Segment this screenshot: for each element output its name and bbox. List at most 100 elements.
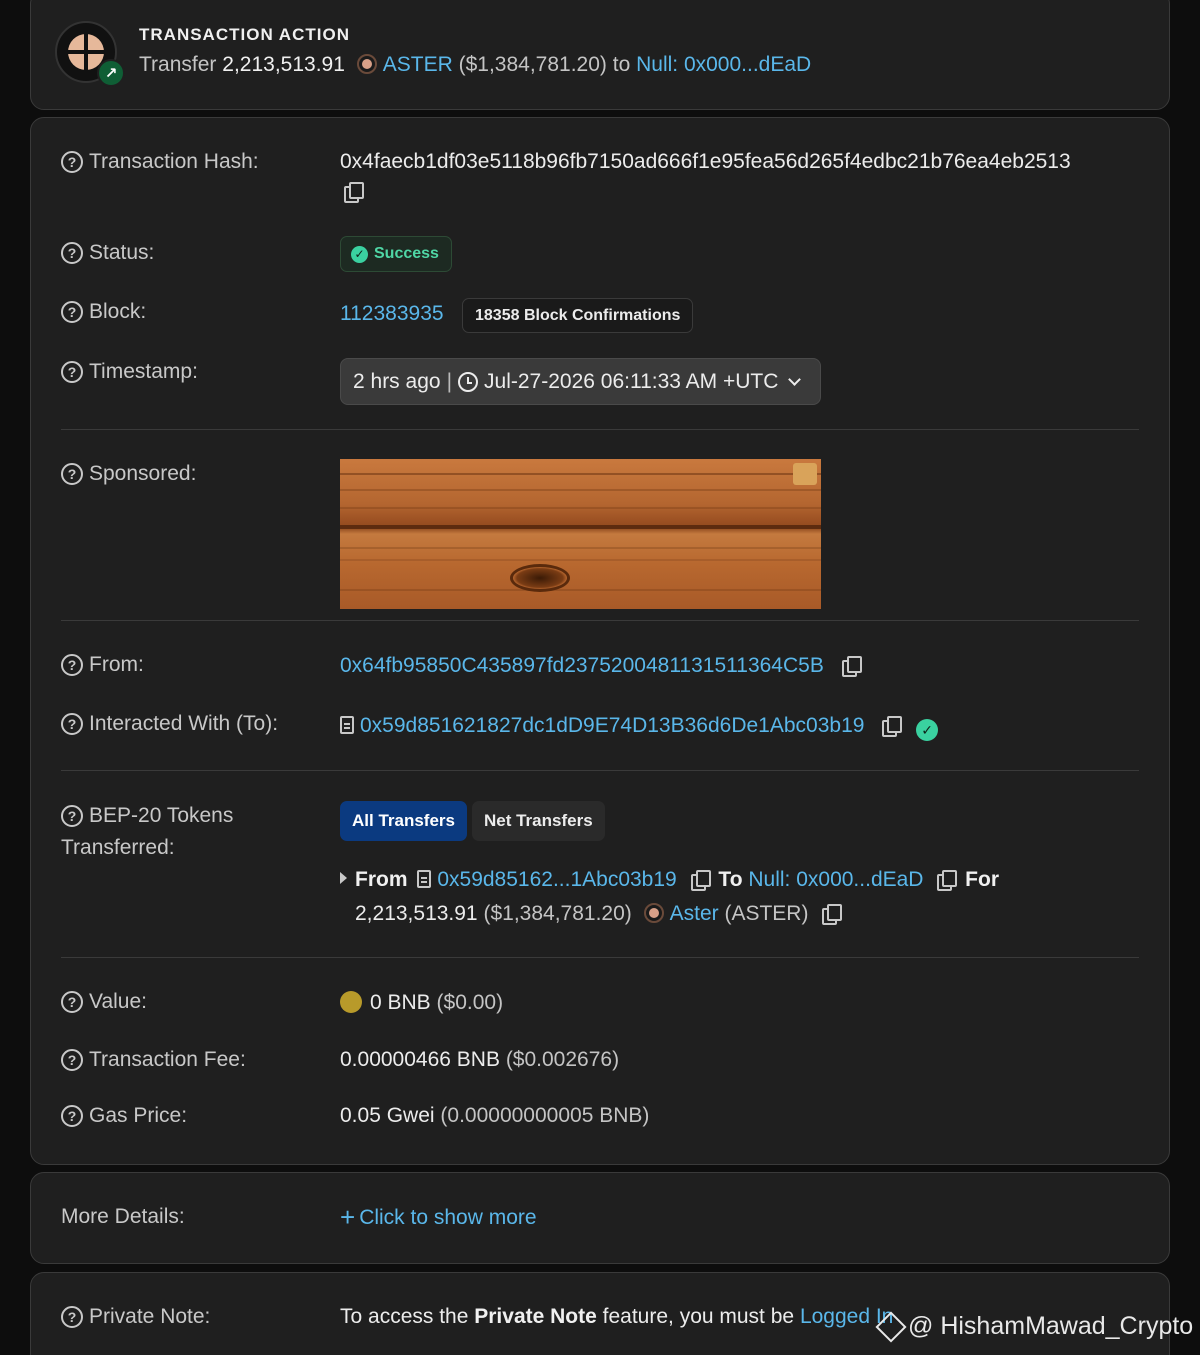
timestamp-separator: | bbox=[446, 369, 453, 393]
aster-token-icon bbox=[356, 54, 377, 74]
check-circle-icon: ✓ bbox=[351, 245, 368, 263]
to-value: 0x59d851621827dc1dD9E74D13B36d6De1Abc03b… bbox=[340, 712, 939, 741]
to-address-link[interactable]: 0x59d851621827dc1dD9E74D13B36d6De1Abc03b… bbox=[360, 714, 864, 737]
token-transfer-line2: 2,213,513.91 ($1,384,781.20) Aster (ASTE… bbox=[355, 900, 843, 928]
action-usd: ($1,384,781.20) bbox=[458, 53, 607, 76]
transfer-to-link[interactable]: Null: 0x000...dEaD bbox=[748, 868, 923, 891]
plus-icon: + bbox=[340, 1202, 356, 1232]
hash-copy-button[interactable] bbox=[340, 182, 364, 203]
divider bbox=[61, 429, 1139, 430]
help-icon[interactable]: ? bbox=[61, 1306, 83, 1328]
help-icon[interactable]: ? bbox=[61, 361, 83, 383]
block-value: 112383935 bbox=[340, 300, 444, 328]
from-value: 0x64fb95850C435897fd2375200481131511364C… bbox=[340, 652, 862, 680]
contract-document-icon bbox=[417, 870, 432, 888]
action-summary: Transfer 2,213,513.91 ASTER ($1,384,781.… bbox=[139, 53, 811, 77]
gas-amount: 0.05 Gwei bbox=[340, 1104, 435, 1127]
hash-label: ? Transaction Hash: bbox=[61, 148, 259, 176]
token-avatar: ↗ bbox=[55, 21, 125, 87]
copy-icon[interactable] bbox=[822, 904, 843, 925]
divider bbox=[61, 957, 1139, 958]
mascot-icon bbox=[793, 463, 817, 485]
wood-knot bbox=[510, 564, 570, 592]
timestamp-dropdown[interactable]: 2 hrs ago | Jul-27-2026 06:11:33 AM +UTC bbox=[340, 358, 821, 405]
fee-usd: ($0.002676) bbox=[505, 1048, 620, 1071]
value-label: ? Value: bbox=[61, 988, 147, 1016]
sponsored-banner[interactable] bbox=[340, 459, 821, 609]
transfer-from-word: From bbox=[355, 868, 408, 891]
divider bbox=[61, 770, 1139, 771]
copy-icon[interactable] bbox=[841, 656, 862, 677]
private-note-text: To access the Private Note feature, you … bbox=[340, 1305, 894, 1328]
value-value: 0 BNB ($0.00) bbox=[340, 989, 503, 1017]
help-icon[interactable]: ? bbox=[61, 1049, 83, 1071]
sponsored-label: ? Sponsored: bbox=[61, 460, 196, 488]
gas-bnb: (0.00000000005 BNB) bbox=[440, 1104, 650, 1127]
transfer-usd: ($1,384,781.20) bbox=[483, 902, 632, 925]
block-label: ? Block: bbox=[61, 298, 146, 326]
tab-all-transfers[interactable]: All Transfers bbox=[340, 801, 467, 841]
block-confirmations-badge: 18358 Block Confirmations bbox=[462, 298, 694, 333]
copy-icon[interactable] bbox=[882, 716, 903, 737]
gas-label: ? Gas Price: bbox=[61, 1102, 187, 1130]
value-amount: 0 BNB bbox=[370, 991, 431, 1014]
action-verb: Transfer bbox=[139, 53, 217, 76]
verified-check-icon: ✓ bbox=[916, 719, 939, 741]
timestamp-relative: 2 hrs ago bbox=[353, 369, 441, 393]
binance-logo-icon bbox=[875, 1310, 907, 1343]
show-more-link[interactable]: + Click to show more bbox=[340, 1203, 537, 1232]
aster-logo-cross-h-icon bbox=[65, 50, 107, 54]
transfer-from-link[interactable]: 0x59d85162...1Abc03b19 bbox=[437, 868, 676, 891]
help-icon[interactable]: ? bbox=[61, 805, 83, 827]
status-label: ? Status: bbox=[61, 239, 154, 267]
fee-value: 0.00000466 BNB ($0.002676) bbox=[340, 1046, 619, 1074]
action-to-word: to bbox=[612, 53, 631, 76]
help-icon[interactable]: ? bbox=[61, 654, 83, 676]
help-icon[interactable]: ? bbox=[61, 1105, 83, 1127]
transaction-details-card: ? Transaction Hash: 0x4faecb1df03e5118b9… bbox=[30, 117, 1170, 1165]
transaction-action-card: ↗ TRANSACTION ACTION Transfer 2,213,513.… bbox=[30, 0, 1170, 110]
more-details-label: More Details: bbox=[61, 1205, 185, 1228]
tab-net-transfers[interactable]: Net Transfers bbox=[472, 801, 605, 841]
help-icon[interactable]: ? bbox=[61, 301, 83, 323]
transfer-amount: 2,213,513.91 bbox=[355, 902, 478, 925]
watermark: @ HishamMawad_Crypto bbox=[875, 1310, 1193, 1343]
aster-token-icon bbox=[643, 903, 664, 923]
private-note-label: ? Private Note: bbox=[61, 1303, 210, 1331]
action-recipient-link[interactable]: Null: 0x000...dEaD bbox=[636, 53, 811, 76]
tokens-label: ? BEP-20 Tokens Transferred: bbox=[61, 804, 234, 859]
contract-document-icon bbox=[340, 716, 354, 734]
help-icon[interactable]: ? bbox=[61, 991, 83, 1013]
token-transfer-line1: From 0x59d85162...1Abc03b19 To Null: 0x0… bbox=[340, 866, 999, 894]
transfer-token-symbol: (ASTER) bbox=[724, 902, 809, 925]
fee-label: ? Transaction Fee: bbox=[61, 1046, 246, 1074]
action-token-link[interactable]: ASTER bbox=[383, 53, 453, 76]
from-address-link[interactable]: 0x64fb95850C435897fd2375200481131511364C… bbox=[340, 654, 824, 677]
outgoing-arrow-icon: ↗ bbox=[97, 59, 125, 87]
copy-icon[interactable] bbox=[690, 870, 711, 891]
copy-icon[interactable] bbox=[937, 870, 958, 891]
divider bbox=[61, 620, 1139, 621]
hash-value: 0x4faecb1df03e5118b96fb7150ad666f1e95fea… bbox=[340, 148, 1071, 176]
more-details-card: More Details: + Click to show more bbox=[30, 1172, 1170, 1264]
action-amount: 2,213,513.91 bbox=[222, 53, 345, 76]
help-icon[interactable]: ? bbox=[61, 463, 83, 485]
help-icon[interactable]: ? bbox=[61, 151, 83, 173]
fee-amount: 0.00000466 BNB bbox=[340, 1048, 500, 1071]
help-icon[interactable]: ? bbox=[61, 713, 83, 735]
help-icon[interactable]: ? bbox=[61, 242, 83, 264]
clock-icon bbox=[458, 371, 479, 392]
hash-text: 0x4faecb1df03e5118b96fb7150ad666f1e95fea… bbox=[340, 150, 1071, 173]
action-heading: TRANSACTION ACTION bbox=[139, 25, 350, 44]
caret-right-icon[interactable] bbox=[340, 872, 347, 884]
timestamp-absolute: Jul-27-2026 06:11:33 AM +UTC bbox=[484, 369, 779, 393]
transfer-to-word: To bbox=[718, 868, 743, 891]
copy-icon bbox=[344, 182, 364, 203]
timestamp-label: ? Timestamp: bbox=[61, 358, 198, 386]
block-number-link[interactable]: 112383935 bbox=[340, 302, 444, 325]
bnb-coin-icon bbox=[340, 991, 362, 1013]
to-label: ? Interacted With (To): bbox=[61, 710, 278, 738]
from-label: ? From: bbox=[61, 651, 144, 679]
status-badge: ✓ Success bbox=[340, 236, 452, 272]
transfer-token-link[interactable]: Aster bbox=[670, 902, 719, 925]
